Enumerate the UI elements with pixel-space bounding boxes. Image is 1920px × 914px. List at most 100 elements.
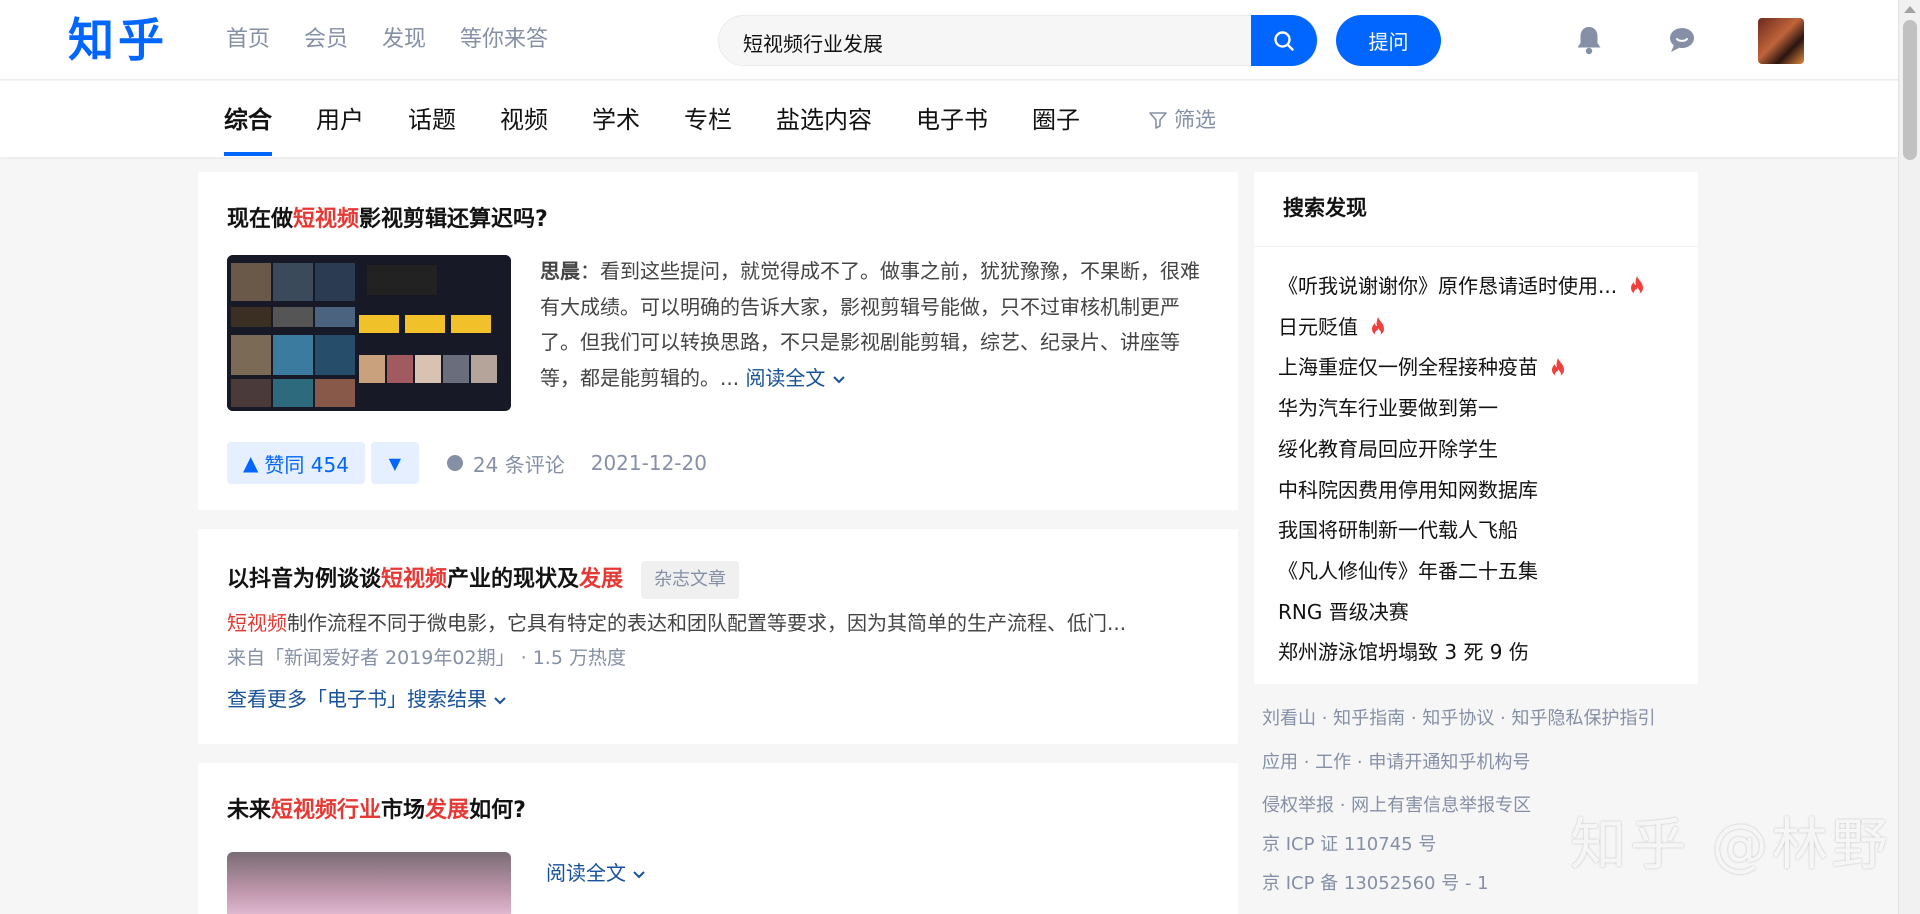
tab-columns[interactable]: 专栏 (684, 103, 732, 137)
user-avatar[interactable] (1758, 18, 1804, 64)
article-thumbnail[interactable] (227, 852, 511, 914)
chevron-down-icon (833, 375, 845, 383)
nav-waiting-answers[interactable]: 等你来答 (460, 24, 548, 56)
watermark: 知乎 @林野 (1570, 813, 1892, 878)
downvote-triangle-icon: ▼ (388, 453, 402, 473)
hot-search-item[interactable]: 中科院因费用停用知网数据库 (1278, 470, 1647, 511)
tab-circles[interactable]: 圈子 (1032, 103, 1080, 137)
search-button[interactable] (1251, 15, 1317, 66)
top-nav: 首页 会员 发现 等你来答 (226, 24, 548, 56)
hot-search-item[interactable]: 日元贬值 (1278, 307, 1647, 348)
search-query-text[interactable]: 短视频行业发展 (743, 28, 883, 57)
scroll-up-arrow-icon[interactable] (1904, 6, 1916, 13)
search-icon (1274, 30, 1294, 51)
hot-search-item[interactable]: 上海重症仅一例全程接种疫苗 (1278, 347, 1647, 388)
hot-search-list: 《听我说谢谢你》原作恳请适时使用... 日元贬值 上海重症仅一例全程接种疫苗 华… (1278, 266, 1647, 673)
nav-home[interactable]: 首页 (226, 24, 270, 56)
answer-author[interactable]: 思晨 (540, 259, 580, 283)
upvote-triangle-icon: ▲ (243, 451, 259, 475)
hot-search-item[interactable]: 《凡人修仙传》年番二十五集 (1278, 551, 1647, 592)
result-card: 现在做短视频影视剪辑还算迟吗? 思晨：看到这些提问，就觉得成不了。做事之前，犹犹… (198, 172, 1238, 510)
result-title[interactable]: 现在做短视频影视剪辑还算迟吗? (227, 204, 548, 236)
fire-icon (1552, 357, 1564, 377)
notification-bell-icon[interactable] (1574, 24, 1604, 60)
title-keyword-highlight: 短视频行业 (271, 798, 382, 823)
result-excerpt[interactable]: 思晨：看到这些提问，就觉得成不了。做事之前，犹犹豫豫，不果断，很难有大成绩。可以… (540, 254, 1200, 396)
footer-links-row[interactable]: 应用 · 工作 · 申请开通知乎机构号 (1262, 749, 1530, 777)
search-type-tabs: 综合 用户 话题 视频 学术 专栏 盐选内容 电子书 圈子 筛选 (224, 103, 1216, 156)
hot-search-label: 华为汽车行业要做到第一 (1278, 396, 1498, 421)
hot-search-label: 中科院因费用停用知网数据库 (1278, 477, 1538, 502)
result-title[interactable]: 未来短视频行业市场发展如何? (227, 795, 526, 827)
downvote-button[interactable]: ▼ (370, 442, 419, 484)
tab-academic[interactable]: 学术 (592, 103, 640, 137)
footer-links-row[interactable]: 侵权举报 · 网上有害信息举报专区 (1262, 792, 1531, 820)
hot-search-item[interactable]: 郑州游泳馆坍塌致 3 死 9 伤 (1278, 632, 1647, 673)
top-header: 知乎 首页 会员 发现 等你来答 短视频行业发展 提问 (0, 0, 1898, 80)
hot-search-label: 上海重症仅一例全程接种疫苗 (1278, 355, 1538, 380)
fire-icon (1372, 317, 1384, 337)
tab-topics[interactable]: 话题 (408, 103, 456, 137)
read-more-label: 阅读全文 (546, 861, 626, 885)
title-text: 市场 (381, 798, 426, 823)
title-keyword-highlight: 发展 (425, 798, 470, 823)
hot-search-label: 我国将研制新一代载人飞船 (1278, 518, 1518, 543)
tab-general[interactable]: 综合 (224, 103, 272, 156)
filter-icon (1149, 112, 1167, 129)
tab-users[interactable]: 用户 (316, 103, 364, 137)
upvote-label: 赞同 454 (264, 452, 349, 477)
filter-label: 筛选 (1174, 108, 1216, 132)
title-keyword-highlight: 发展 (579, 567, 624, 592)
comments-button[interactable]: 24 条评论 (445, 449, 565, 478)
title-keyword-highlight: 短视频 (293, 207, 360, 232)
fire-icon (1631, 276, 1644, 296)
hot-search-item[interactable]: 绥化教育局回应开除学生 (1278, 429, 1647, 470)
title-text: 未来 (227, 798, 272, 823)
search-type-tabs-bar: 综合 用户 话题 视频 学术 专栏 盐选内容 电子书 圈子 筛选 (0, 81, 1898, 157)
hot-search-label: 《凡人修仙传》年番二十五集 (1278, 558, 1538, 583)
result-card: 未来短视频行业市场发展如何? 阅读全文 (198, 763, 1238, 914)
result-description[interactable]: 短视频制作流程不同于微电影，它具有特定的表达和团队配置等要求，因为其简单的生产流… (227, 607, 1126, 639)
hot-search-item[interactable]: 华为汽车行业要做到第一 (1278, 388, 1647, 429)
nav-explore[interactable]: 发现 (382, 24, 426, 56)
ask-question-button[interactable]: 提问 (1336, 15, 1441, 66)
hot-search-item[interactable]: 《听我说谢谢你》原作恳请适时使用... (1278, 266, 1647, 307)
page-scrollbar[interactable] (1898, 0, 1920, 914)
tab-ebooks[interactable]: 电子书 (916, 103, 988, 137)
title-text: 现在做 (227, 207, 294, 232)
panel-title: 搜索发现 (1283, 196, 1367, 220)
post-date: 2021-12-20 (590, 451, 707, 475)
footer-links-row[interactable]: 刘看山 · 知乎指南 · 知乎协议 · 知乎隐私保护指引 (1262, 705, 1656, 733)
result-card: 以抖音为例谈谈短视频产业的现状及发展 杂志文章 短视频制作流程不同于微电影，它具有… (198, 529, 1238, 744)
title-text: 以抖音为例谈谈 (227, 567, 382, 592)
title-text: 产业的现状及 (447, 567, 580, 592)
hot-search-label: 《听我说谢谢你》原作恳请适时使用... (1278, 274, 1618, 298)
result-actions: ▲ 赞同 454 ▼ 24 条评论 2021-12-20 (227, 442, 707, 484)
read-more-link[interactable]: 阅读全文 (546, 857, 646, 889)
magazine-article-badge: 杂志文章 (641, 561, 740, 599)
upvote-button[interactable]: ▲ 赞同 454 (227, 442, 365, 484)
footer-icp-record[interactable]: 京 ICP 备 13052560 号 - 1 (1262, 870, 1489, 898)
nav-vip[interactable]: 会员 (304, 24, 348, 56)
title-keyword-highlight: 短视频 (381, 567, 448, 592)
messages-icon[interactable] (1666, 24, 1698, 60)
search-input[interactable]: 短视频行业发展 (718, 15, 1318, 66)
scrollbar-thumb[interactable] (1903, 20, 1917, 160)
title-text: 如何? (469, 798, 526, 823)
hot-search-item[interactable]: RNG 晋级决赛 (1278, 592, 1647, 633)
video-thumbnail[interactable] (227, 255, 511, 411)
result-source: 来自「新闻爱好者 2019年02期」 · 1.5 万热度 (227, 647, 626, 669)
footer-icp-license[interactable]: 京 ICP 证 110745 号 (1262, 831, 1436, 859)
read-more-link[interactable]: 阅读全文 (745, 366, 845, 390)
tab-salt-content[interactable]: 盐选内容 (776, 103, 872, 137)
tab-videos[interactable]: 视频 (500, 103, 548, 137)
more-ebook-results-link[interactable]: 查看更多「电子书」搜索结果 (227, 683, 507, 715)
chevron-down-icon (633, 871, 646, 879)
filter-button[interactable]: 筛选 (1148, 103, 1216, 137)
comments-count: 24 条评论 (472, 452, 565, 477)
zhihu-logo[interactable]: 知乎 (68, 10, 168, 70)
hot-search-item[interactable]: 我国将研制新一代载人飞船 (1278, 510, 1647, 551)
result-title[interactable]: 以抖音为例谈谈短视频产业的现状及发展 杂志文章 (227, 561, 740, 599)
comment-icon (446, 455, 463, 471)
divider (1254, 246, 1698, 247)
